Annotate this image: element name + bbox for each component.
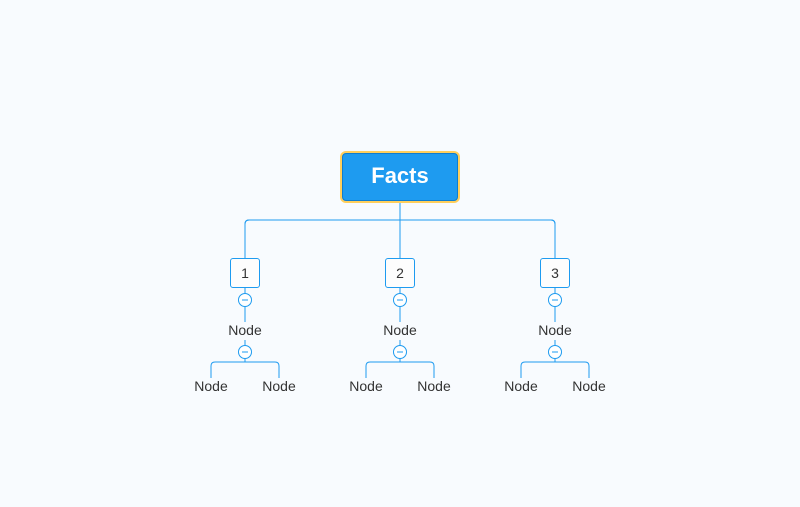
node-label: Node bbox=[417, 378, 450, 394]
node-label: Node bbox=[262, 378, 295, 394]
branch-number: 3 bbox=[551, 265, 559, 281]
mindmap-canvas[interactable]: Facts 1 Node Node Node 2 Node Node Node … bbox=[0, 0, 800, 507]
node-label: Node bbox=[538, 322, 571, 338]
mid-node-1[interactable]: Node bbox=[225, 322, 265, 338]
collapse-toggle[interactable] bbox=[238, 345, 252, 359]
node-label: Node bbox=[349, 378, 382, 394]
node-label: Node bbox=[383, 322, 416, 338]
branch-node-1[interactable]: 1 bbox=[230, 258, 260, 288]
root-label: Facts bbox=[371, 163, 428, 188]
node-label: Node bbox=[228, 322, 261, 338]
branch-node-2[interactable]: 2 bbox=[385, 258, 415, 288]
mid-node-2[interactable]: Node bbox=[380, 322, 420, 338]
collapse-toggle[interactable] bbox=[393, 293, 407, 307]
collapse-toggle[interactable] bbox=[238, 293, 252, 307]
leaf-node[interactable]: Node bbox=[259, 378, 299, 394]
leaf-node[interactable]: Node bbox=[569, 378, 609, 394]
node-label: Node bbox=[504, 378, 537, 394]
collapse-toggle[interactable] bbox=[548, 293, 562, 307]
branch-number: 2 bbox=[396, 265, 404, 281]
collapse-toggle[interactable] bbox=[393, 345, 407, 359]
leaf-node[interactable]: Node bbox=[414, 378, 454, 394]
root-node[interactable]: Facts bbox=[342, 153, 458, 201]
leaf-node[interactable]: Node bbox=[191, 378, 231, 394]
collapse-toggle[interactable] bbox=[548, 345, 562, 359]
branch-node-3[interactable]: 3 bbox=[540, 258, 570, 288]
leaf-node[interactable]: Node bbox=[501, 378, 541, 394]
connectors bbox=[0, 0, 800, 507]
node-label: Node bbox=[572, 378, 605, 394]
leaf-node[interactable]: Node bbox=[346, 378, 386, 394]
branch-number: 1 bbox=[241, 265, 249, 281]
node-label: Node bbox=[194, 378, 227, 394]
mid-node-3[interactable]: Node bbox=[535, 322, 575, 338]
